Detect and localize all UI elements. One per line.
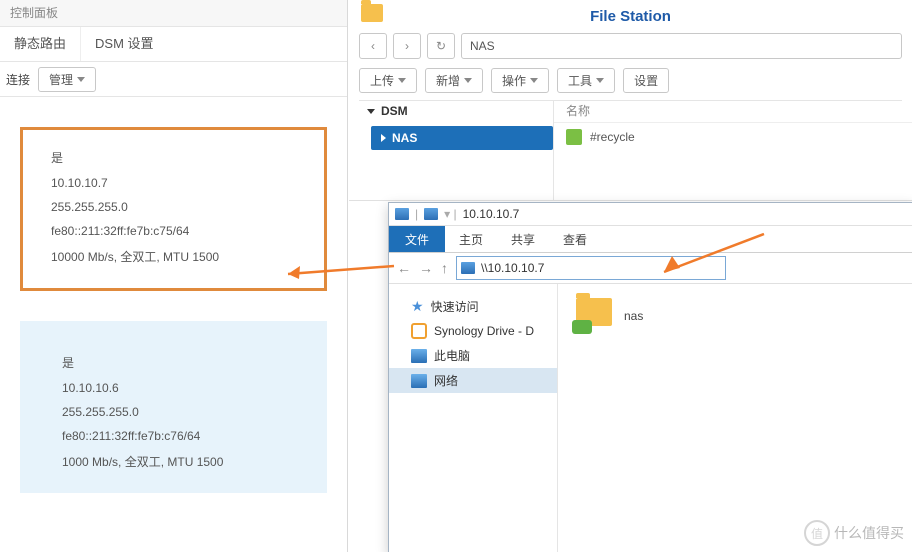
list-item[interactable]: nas [572,298,643,334]
ribbon-view[interactable]: 查看 [549,226,601,252]
iface2-ipv6: fe80::211:32ff:fe7b:c76/64 [62,424,299,448]
nav-synology-drive[interactable]: Synology Drive - D [389,319,557,343]
file-station-title: File Station [349,8,912,25]
upload-button[interactable]: 上传 [359,68,417,93]
iface2-status: 是 [62,349,299,376]
nav-back-icon[interactable]: ← [397,260,411,276]
ribbon-file[interactable]: 文件 [389,226,445,252]
chevron-right-icon [381,134,386,142]
watermark-icon: 值 [804,520,830,546]
tab-dsm-settings[interactable]: DSM 设置 [80,27,168,61]
control-panel-toolbar: 连接 管理 [0,62,347,97]
network-icon [411,374,427,388]
action-button[interactable]: 操作 [491,68,549,93]
create-button[interactable]: 新增 [425,68,483,93]
nav-this-pc[interactable]: 此电脑 [389,343,557,368]
pc-icon [424,208,438,220]
reload-button[interactable]: ↻ [427,33,455,59]
ribbon-share[interactable]: 共享 [497,226,549,252]
tree-node-nas[interactable]: NAS [371,126,553,150]
windows-explorer: | ▾ | 10.10.10.7 文件 主页 共享 查看 ← → ↑ ★快速访问… [388,202,912,552]
iface1-link: 10000 Mb/s, 全双工, MTU 1500 [51,243,296,270]
recycle-icon [566,129,582,145]
interface-2-row[interactable]: 是 10.10.10.6 255.255.255.0 fe80::211:32f… [20,321,327,493]
connect-label: 连接 [6,71,30,88]
address-input[interactable] [479,260,721,276]
file-station-toolbar: 上传 新增 操作 工具 设置 [359,66,902,101]
iface1-ipv6: fe80::211:32ff:fe7b:c75/64 [51,219,296,243]
address-bar[interactable] [456,256,726,280]
chevron-down-icon [77,77,85,82]
file-station: File Station ‹ › ↻ NAS 上传 新增 操作 工具 设置 DS… [349,0,912,201]
chevron-down-icon [398,78,406,83]
nav-network[interactable]: 网络 [389,368,557,393]
file-station-nav: ‹ › ↻ NAS [359,32,902,60]
chevron-down-icon [596,78,604,83]
tree-root[interactable]: DSM [359,100,553,122]
nav-quick-access[interactable]: ★快速访问 [389,294,557,319]
interface-1-box: 是 10.10.10.7 255.255.255.0 fe80::211:32f… [20,127,327,291]
control-panel-tabs: 静态路由 DSM 设置 [0,27,347,62]
file-list: 名称 #recycle [554,100,912,200]
tool-button[interactable]: 工具 [557,68,615,93]
manage-button[interactable]: 管理 [38,67,96,92]
forward-button[interactable]: › [393,33,421,59]
control-panel-title: 控制面板 [0,0,347,27]
nav-forward-icon[interactable]: → [419,260,433,276]
path-box[interactable]: NAS [461,33,902,59]
column-name[interactable]: 名称 [554,100,912,123]
control-panel: 控制面板 静态路由 DSM 设置 连接 管理 是 10.10.10.7 255.… [0,0,348,552]
pc-icon [395,208,409,220]
star-icon: ★ [411,298,424,315]
chevron-down-icon [530,78,538,83]
pc-icon [411,349,427,363]
address-bar-row: ← → ↑ [389,253,912,284]
iface2-mask: 255.255.255.0 [62,400,299,424]
item-label: #recycle [590,130,635,144]
back-button[interactable]: ‹ [359,33,387,59]
synology-drive-icon [411,323,427,339]
nas-share-icon [572,298,614,334]
explorer-nav-pane: ★快速访问 Synology Drive - D 此电脑 网络 [389,284,558,552]
chevron-down-icon [367,109,375,114]
watermark-text: 什么值得买 [834,523,904,543]
iface1-status: 是 [51,144,296,171]
iface1-ip: 10.10.10.7 [51,171,296,195]
interface-list: 是 10.10.10.7 255.255.255.0 fe80::211:32f… [0,97,347,493]
item-label: nas [624,309,643,323]
pc-icon [461,262,475,274]
list-item[interactable]: #recycle [554,123,912,151]
settings-button[interactable]: 设置 [623,68,669,93]
iface2-ip: 10.10.10.6 [62,376,299,400]
iface2-link: 1000 Mb/s, 全双工, MTU 1500 [62,448,299,475]
window-title-text: 10.10.10.7 [463,207,520,221]
iface1-mask: 255.255.255.0 [51,195,296,219]
explorer-content: nas [558,284,912,552]
folder-tree: DSM NAS [359,100,554,200]
window-titlebar: | ▾ | 10.10.10.7 [389,203,912,226]
chevron-down-icon [464,78,472,83]
watermark: 值 什么值得买 [804,520,904,546]
ribbon-home[interactable]: 主页 [445,226,497,252]
ribbon: 文件 主页 共享 查看 [389,226,912,253]
tab-static-route[interactable]: 静态路由 [0,27,80,61]
nav-up-icon[interactable]: ↑ [441,260,448,276]
